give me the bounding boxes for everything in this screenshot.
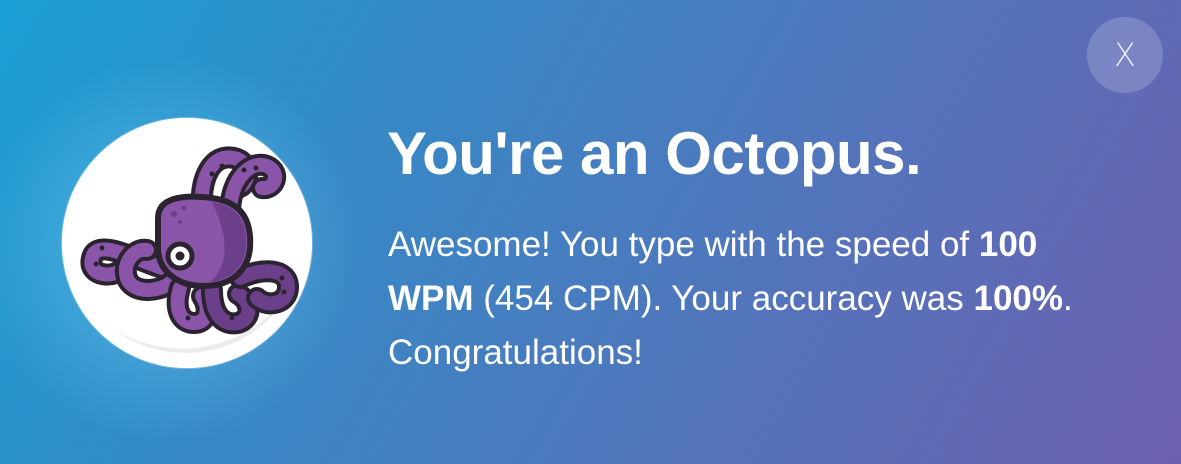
result-title: You're an Octopus. [387, 120, 922, 187]
message-intro: Awesome! You type with the speed of [388, 225, 979, 264]
message-cpm: (454 CPM). Your accuracy was [473, 279, 974, 318]
avatar [62, 118, 312, 368]
close-label: X [1114, 36, 1136, 74]
result-dialog: X You're an Octopus. Awesome! You type w… [0, 0, 1181, 464]
close-button[interactable]: X [1087, 17, 1163, 93]
accuracy-value: 100% [973, 279, 1064, 318]
result-message: Awesome! You type with the speed of 100 … [388, 218, 1078, 380]
octopus-icon [62, 118, 312, 368]
